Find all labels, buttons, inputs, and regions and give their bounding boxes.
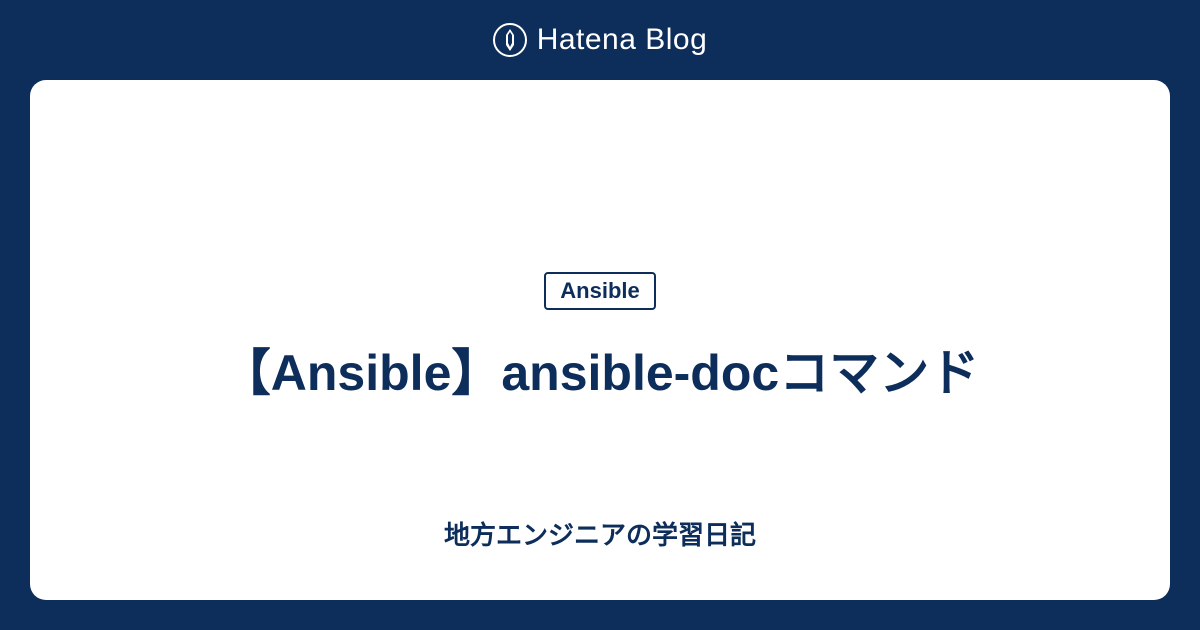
- hatena-logo-icon: [493, 23, 527, 57]
- article-title: 【Ansible】ansible-docコマンド: [221, 338, 979, 408]
- article-card: Ansible 【Ansible】ansible-docコマンド 地方エンジニア…: [30, 80, 1170, 600]
- blog-name: 地方エンジニアの学習日記: [444, 515, 756, 552]
- brand-header: Hatena Blog: [493, 0, 708, 80]
- category-tag: Ansible: [544, 272, 655, 310]
- brand-name: Hatena Blog: [537, 23, 708, 57]
